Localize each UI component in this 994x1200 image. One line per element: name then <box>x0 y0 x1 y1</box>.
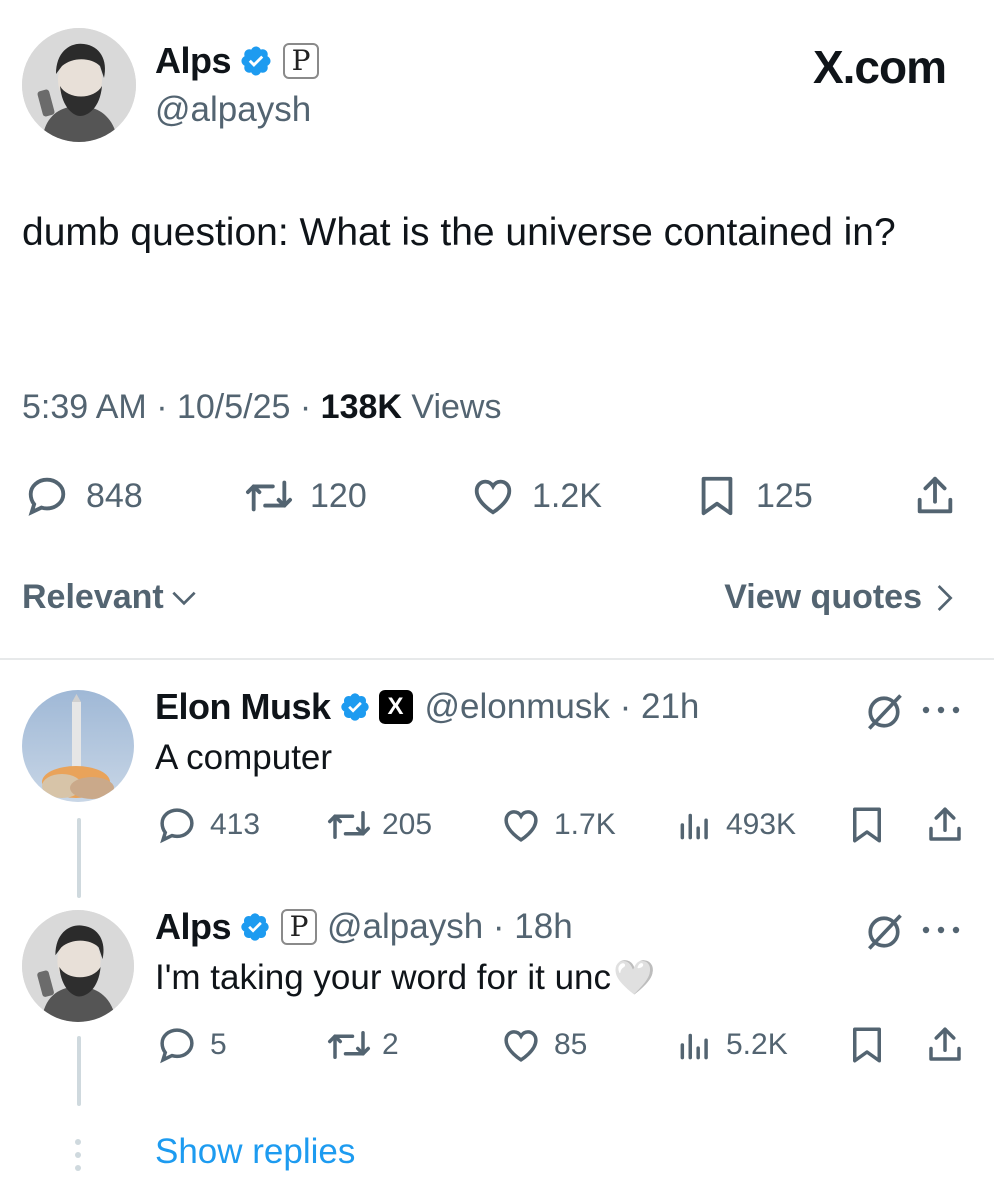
bookmark-icon <box>701 476 733 516</box>
reply-header: Alps P @alpaysh · 18h <box>155 906 573 948</box>
views-count: 493K <box>726 808 797 841</box>
reply-author-name[interactable]: Alps <box>155 906 232 948</box>
like-count: 1.7K <box>554 808 616 841</box>
heart-icon <box>504 1030 538 1062</box>
separator-dot: · <box>156 388 177 426</box>
repost-icon <box>246 480 293 512</box>
bookmark-icon[interactable] <box>846 1024 888 1066</box>
separator-dot: · <box>609 687 641 726</box>
reply-count: 413 <box>210 808 261 841</box>
post-meta: 5:39 AM · 10/5/25 · 138K Views <box>22 388 502 427</box>
divider <box>0 658 994 660</box>
like-count: 1.2K <box>532 476 602 515</box>
heart-icon <box>474 479 512 515</box>
reply-icon <box>160 808 194 844</box>
share-icon[interactable] <box>924 804 966 846</box>
reply-avatar[interactable] <box>22 690 134 802</box>
sort-label: Relevant <box>22 578 164 616</box>
thread-connector <box>77 1036 81 1106</box>
views-label: Views <box>411 388 502 426</box>
repost-count: 2 <box>382 1028 399 1061</box>
affiliation-badge[interactable]: P <box>283 43 320 79</box>
views-button[interactable]: 5.2K <box>676 1022 788 1068</box>
reply-count: 848 <box>86 476 143 515</box>
like-button[interactable]: 1.7K <box>500 802 616 848</box>
chevron-down-icon <box>172 591 196 605</box>
like-count: 85 <box>554 1028 588 1061</box>
reply-author-handle[interactable]: @elonmusk <box>425 687 610 727</box>
reply-icon <box>160 1028 194 1064</box>
post-author-handle[interactable]: @alpaysh <box>155 90 311 130</box>
verified-badge-icon <box>340 693 369 721</box>
repost-button[interactable]: 205 <box>326 802 432 848</box>
reply-text-line: I'm taking your word for it unc 🤍 <box>155 958 655 998</box>
grok-icon[interactable] <box>862 910 906 954</box>
analytics-icon <box>680 1033 708 1060</box>
reply-button[interactable]: 5 <box>156 1022 227 1068</box>
bookmark-button[interactable]: 125 <box>694 470 813 522</box>
share-button[interactable] <box>912 470 958 522</box>
reply-text: A computer <box>155 738 333 777</box>
repost-count: 205 <box>382 808 433 841</box>
repost-count: 120 <box>310 476 367 515</box>
views-button[interactable]: 493K <box>676 802 796 848</box>
repost-button[interactable]: 2 <box>326 1022 399 1068</box>
reply-time[interactable]: 18h <box>514 907 572 947</box>
reply-time[interactable]: 21h <box>641 687 699 727</box>
more-options-icon[interactable] <box>916 700 966 720</box>
post-time[interactable]: 5:39 AM <box>22 388 147 426</box>
reply-button[interactable]: 413 <box>156 802 260 848</box>
verified-badge-icon <box>241 46 271 76</box>
repost-button[interactable]: 120 <box>244 470 367 522</box>
bookmark-icon[interactable] <box>846 804 888 846</box>
share-icon <box>917 476 953 514</box>
affiliation-badge[interactable]: X <box>378 690 413 724</box>
brand-logo: X.com <box>812 41 947 93</box>
view-quotes-label: View quotes <box>724 578 922 616</box>
reply-author-name[interactable]: Elon Musk <box>155 686 331 728</box>
separator-dot: · <box>299 388 321 426</box>
heart-icon <box>504 810 538 842</box>
views-count: 5.2K <box>726 1028 788 1061</box>
grok-icon[interactable] <box>862 690 906 734</box>
verified-badge-icon <box>241 913 269 941</box>
view-quotes-link[interactable]: View quotes <box>724 578 960 617</box>
post-text: dumb question: What is the universe cont… <box>22 211 896 254</box>
sort-dropdown[interactable]: Relevant <box>22 578 200 617</box>
reply-count: 5 <box>210 1028 227 1061</box>
more-replies-dots-icon <box>75 1139 81 1171</box>
separator-dot: · <box>483 907 515 946</box>
analytics-icon <box>680 813 708 840</box>
more-options-icon[interactable] <box>916 920 966 940</box>
reply-author-handle[interactable]: @alpaysh <box>327 907 483 947</box>
reply-text: I'm taking your word for it unc <box>155 958 612 997</box>
post-date[interactable]: 10/5/25 <box>177 388 290 426</box>
post-author-name[interactable]: Alps <box>155 40 232 82</box>
bookmark-count: 125 <box>756 476 813 515</box>
reply-header: Elon Musk X @elonmusk · 21h <box>155 686 699 728</box>
chevron-right-icon <box>937 584 953 611</box>
affiliation-badge[interactable]: P <box>281 909 318 945</box>
like-button[interactable]: 1.2K <box>470 470 602 522</box>
reply-button[interactable]: 848 <box>24 470 143 522</box>
like-button[interactable]: 85 <box>500 1022 587 1068</box>
thread-connector <box>77 818 81 898</box>
post-author-line: Alps P <box>155 40 320 82</box>
reply-avatar[interactable] <box>22 910 134 1022</box>
white-heart-emoji: 🤍 <box>613 958 656 998</box>
author-avatar[interactable] <box>22 28 136 142</box>
show-replies-link[interactable]: Show replies <box>155 1132 355 1172</box>
views-count: 138K <box>320 388 402 426</box>
share-icon[interactable] <box>924 1024 966 1066</box>
repost-icon <box>328 1031 370 1059</box>
repost-icon <box>328 811 370 839</box>
reply-icon <box>28 477 66 516</box>
